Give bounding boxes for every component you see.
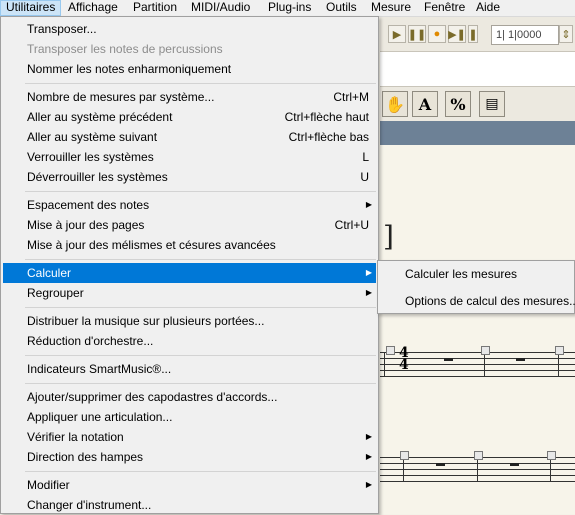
time-signature-icon: 44 <box>399 345 409 373</box>
submenu-arrow-icon: ▶ <box>365 452 372 461</box>
menu-item-mesures-par-systeme[interactable]: Nombre de mesures par système... Ctrl+M <box>3 87 376 107</box>
submenu-item-options-calcul[interactable]: Options de calcul des mesures... <box>380 290 575 312</box>
pause-icon[interactable]: ❚❚ <box>408 25 426 43</box>
submenu-arrow-icon: ▶ <box>365 200 372 209</box>
whole-rest-icon <box>516 358 525 361</box>
page-layout-icon[interactable]: ▤ <box>479 91 505 117</box>
end-icon[interactable]: ❚ <box>468 25 478 43</box>
menu-fenetre[interactable]: Fenêtre <box>419 0 470 16</box>
menu-item-modifier[interactable]: Modifier ▶ <box>3 475 376 495</box>
barline <box>550 457 551 482</box>
menu-plug-ins[interactable]: Plug-ins <box>263 0 316 16</box>
submenu-arrow-icon: ▶ <box>365 432 372 441</box>
barline <box>558 352 559 377</box>
menu-item-appliquer-articulation[interactable]: Appliquer une articulation... <box>3 407 376 427</box>
submenu-item-calculer-mesures[interactable]: Calculer les mesures <box>380 263 574 285</box>
menu-separator <box>25 383 376 384</box>
submenu-arrow-icon: ▶ <box>365 480 372 489</box>
measure-handle[interactable] <box>386 346 395 355</box>
menu-item-espacement-notes[interactable]: Espacement des notes ▶ <box>3 195 376 215</box>
menu-item-transposer[interactable]: Transposer... <box>3 19 376 39</box>
menu-item-mise-a-jour-pages[interactable]: Mise à jour des pages Ctrl+U <box>3 215 376 235</box>
menu-item-verrouiller-systemes[interactable]: Verrouiller les systèmes L <box>3 147 376 167</box>
utilitaires-dropdown: Transposer... Transposer les notes de pe… <box>0 16 379 514</box>
submenu-arrow-icon: ▶ <box>365 288 372 297</box>
whole-rest-icon <box>436 463 445 466</box>
measure-handle[interactable] <box>400 451 409 460</box>
barline <box>403 457 404 482</box>
menu-separator <box>25 471 376 472</box>
menu-item-calculer[interactable]: Calculer ▶ <box>3 263 376 283</box>
barline <box>484 352 485 377</box>
record-icon[interactable]: ● <box>428 25 446 43</box>
measure-handle[interactable] <box>555 346 564 355</box>
barline <box>384 352 385 377</box>
calculer-submenu: Calculer les mesures Options de calcul d… <box>377 260 575 314</box>
menu-item-nommer-enharmonique[interactable]: Nommer les notes enharmoniquement <box>3 59 376 79</box>
menu-item-reduction-orchestre[interactable]: Réduction d'orchestre... <box>3 331 376 351</box>
document-tab-area <box>380 52 575 87</box>
text-tool-icon[interactable]: A <box>412 91 438 117</box>
menu-item-distribuer-musique[interactable]: Distribuer la musique sur plusieurs port… <box>3 311 376 331</box>
menu-midi-audio[interactable]: MIDI/Audio <box>186 0 255 16</box>
submenu-arrow-icon: ▶ <box>365 268 372 277</box>
hand-tool-icon[interactable]: ✋ <box>382 91 408 117</box>
menu-utilitaires[interactable]: Utilitaires <box>0 0 62 16</box>
menu-outils[interactable]: Outils <box>321 0 362 16</box>
menu-item-regrouper[interactable]: Regrouper ▶ <box>3 283 376 303</box>
menu-item-transposer-percussions[interactable]: Transposer les notes de percussions <box>3 39 376 59</box>
counter-spinner-icon[interactable]: ⇕ <box>559 25 573 43</box>
expression-tool-icon[interactable]: % <box>445 91 471 117</box>
menu-bar: Utilitaires Affichage Partition MIDI/Aud… <box>0 0 575 17</box>
menu-item-systeme-precedent[interactable]: Aller au système précédent Ctrl+flèche ha… <box>3 107 376 127</box>
play-icon[interactable]: ▶ <box>388 25 406 43</box>
menu-item-melismes-cesures[interactable]: Mise à jour des mélismes et césures avan… <box>3 235 376 255</box>
whole-rest-icon <box>444 358 453 361</box>
menu-item-verifier-notation[interactable]: Vérifier la notation ▶ <box>3 427 376 447</box>
menu-item-systeme-suivant[interactable]: Aller au système suivant Ctrl+flèche bas <box>3 127 376 147</box>
menu-item-deverrouiller-systemes[interactable]: Déverrouiller les systèmes U <box>3 167 376 187</box>
menu-item-capodastres[interactable]: Ajouter/supprimer des capodastres d'acco… <box>3 387 376 407</box>
menu-item-direction-hampes[interactable]: Direction des hampes ▶ <box>3 447 376 467</box>
measure-handle[interactable] <box>547 451 556 460</box>
menu-separator <box>25 355 376 356</box>
menu-affichage[interactable]: Affichage <box>63 0 123 16</box>
menu-aide[interactable]: Aide <box>471 0 505 16</box>
menu-separator <box>25 307 376 308</box>
title-bracket-icon: ] <box>383 220 394 253</box>
whole-rest-icon <box>510 463 519 466</box>
barline <box>477 457 478 482</box>
position-counter[interactable]: 1| 1|0000 <box>491 25 559 45</box>
menu-separator <box>25 83 376 84</box>
menu-item-changer-instrument[interactable]: Changer d'instrument... <box>3 495 376 515</box>
document-titlebar <box>380 121 575 145</box>
menu-partition[interactable]: Partition <box>128 0 182 16</box>
fast-forward-icon[interactable]: ▶❚ <box>448 25 466 43</box>
menu-separator <box>25 259 376 260</box>
measure-handle[interactable] <box>481 346 490 355</box>
menu-separator <box>25 191 376 192</box>
menu-item-smartmusic[interactable]: Indicateurs SmartMusic®... <box>3 359 376 379</box>
menu-mesure[interactable]: Mesure <box>366 0 416 16</box>
measure-handle[interactable] <box>474 451 483 460</box>
tools-toolbar <box>380 87 575 121</box>
